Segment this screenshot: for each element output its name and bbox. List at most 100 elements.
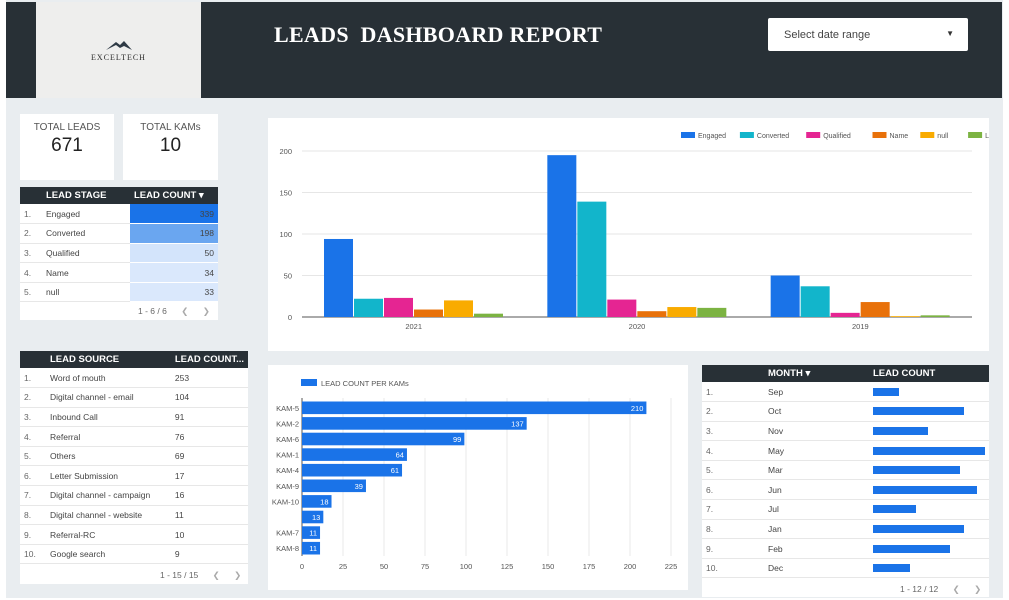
column-header-lead-count[interactable]: LEAD COUNT ▾: [130, 187, 218, 204]
row-index: 10.: [706, 563, 718, 574]
bar[interactable]: [577, 201, 607, 317]
bar[interactable]: [354, 298, 383, 317]
stage-name: null: [46, 287, 60, 298]
table-row[interactable]: 1. Word of mouth 253: [20, 368, 248, 389]
total-leads-label: TOTAL LEADS: [33, 122, 101, 133]
bar[interactable]: [384, 297, 413, 317]
column-header-lead-source[interactable]: LEAD SOURCE: [20, 351, 171, 368]
bar[interactable]: [302, 417, 527, 430]
source-cell: 2. Digital channel - email: [20, 387, 171, 408]
column-header-lead-count[interactable]: LEAD COUNT...: [170, 351, 248, 368]
bar[interactable]: [800, 286, 830, 317]
table-row[interactable]: 5. Mar: [702, 460, 989, 481]
bar[interactable]: [414, 309, 443, 317]
lead-source-pagination: 1 - 15 / 15 ❮ ❯: [160, 570, 241, 581]
row-index: 5.: [706, 465, 714, 476]
legend-item[interactable]: Lost: [968, 132, 998, 140]
lead-count-bar: [873, 446, 985, 455]
bar[interactable]: [324, 238, 353, 317]
source-name: Others: [50, 451, 76, 462]
row-index: 3.: [706, 425, 714, 436]
bar[interactable]: [302, 448, 407, 461]
legend-item[interactable]: Qualified: [806, 132, 851, 140]
x-tick-label: 25: [339, 562, 347, 571]
source-name: Digital channel - campaign: [50, 490, 151, 501]
table-row[interactable]: 7. Digital channel - campaign 16: [20, 485, 248, 506]
bar[interactable]: [302, 463, 403, 477]
bar[interactable]: [667, 307, 697, 317]
table-row[interactable]: 5. Others 69: [20, 446, 248, 467]
row-index: 8.: [706, 523, 714, 534]
table-row[interactable]: 3. Inbound Call 91: [20, 407, 248, 428]
lead-count-bar-cell: [869, 460, 989, 481]
next-page-icon[interactable]: ❯: [203, 306, 210, 316]
row-index: 3.: [24, 247, 32, 258]
table-row[interactable]: 4. May: [702, 440, 989, 461]
table-row[interactable]: 2. Oct: [702, 401, 989, 422]
column-header-lead-count[interactable]: LEAD COUNT: [869, 365, 989, 382]
column-header-month[interactable]: MONTH ▾: [702, 365, 869, 382]
lead-source-table: LEAD SOURCE LEAD COUNT... 1. Word of mout…: [20, 351, 248, 584]
stage-cell: 2. Converted: [20, 223, 130, 244]
bar[interactable]: [697, 307, 727, 317]
table-row[interactable]: 6. Jun: [702, 479, 989, 501]
legend-item[interactable]: Name: [872, 132, 909, 140]
bar[interactable]: [830, 312, 860, 317]
table-row[interactable]: 5. null 33: [20, 282, 218, 303]
month-cell: 3. Nov: [702, 421, 869, 442]
legend-item[interactable]: null: [920, 132, 949, 140]
legend-item[interactable]: Converted: [739, 132, 789, 140]
next-page-icon[interactable]: ❯: [974, 584, 981, 594]
x-tick-label: 175: [583, 562, 596, 571]
table-row[interactable]: 10. Dec: [702, 558, 989, 579]
date-range-select[interactable]: Select date range ▼: [768, 18, 968, 51]
table-row[interactable]: 3. Qualified 50: [20, 243, 218, 264]
y-tick-label: KAM-8: [276, 544, 299, 553]
source-name: Google search: [50, 549, 106, 560]
bar[interactable]: [890, 316, 920, 317]
y-tick-label: KAM-7: [276, 529, 299, 538]
bar[interactable]: [302, 401, 647, 415]
month-cell: 8. Jan: [702, 519, 869, 540]
legend-item[interactable]: Engaged: [681, 132, 726, 140]
month-name: Feb: [768, 543, 783, 554]
prev-page-icon[interactable]: ❮: [181, 306, 188, 316]
bar[interactable]: [860, 302, 890, 317]
table-row[interactable]: 9. Feb: [702, 538, 989, 559]
table-row[interactable]: 3. Nov: [702, 421, 989, 442]
data-label: 11: [309, 544, 317, 553]
month-cell: 7. Jul: [702, 499, 869, 520]
lead-count-bar: [873, 426, 928, 435]
prev-page-icon[interactable]: ❮: [213, 570, 220, 580]
table-row[interactable]: 10. Google search 9: [20, 544, 248, 565]
lead-count-cell: 76: [170, 426, 248, 447]
table-row[interactable]: 7. Jul: [702, 499, 989, 520]
legend-label: Qualified: [823, 133, 851, 140]
table-row[interactable]: 4. Name 34: [20, 262, 218, 283]
table-row[interactable]: 1. Engaged 339: [20, 204, 218, 225]
table-row[interactable]: 2. Converted 198: [20, 223, 218, 244]
table-row[interactable]: 6. Letter Submission 17: [20, 465, 248, 487]
lead-count-per-kam-chart: LEAD COUNT PER KAMs 0 25 50 75 100 125 150 175 20…: [268, 365, 688, 590]
bar[interactable]: [607, 299, 637, 317]
table-row[interactable]: 8. Digital channel - website 11: [20, 505, 248, 526]
prev-page-icon[interactable]: ❮: [953, 584, 960, 594]
bar[interactable]: [302, 432, 465, 446]
next-page-icon[interactable]: ❯: [234, 570, 241, 580]
bar[interactable]: [770, 275, 800, 318]
table-row[interactable]: 9. Referral-RC 10: [20, 524, 248, 545]
bar[interactable]: [474, 313, 503, 317]
table-row[interactable]: 4. Referral 76: [20, 426, 248, 447]
legend-item[interactable]: LEAD COUNT PER KAMs: [301, 379, 409, 388]
lead-count-cell: 50: [130, 243, 218, 264]
table-row[interactable]: 1. Sep: [702, 382, 989, 403]
bar[interactable]: [637, 311, 667, 317]
column-header-lead-stage[interactable]: LEAD STAGE: [20, 187, 130, 204]
pagination-label: 1 - 12 / 12: [900, 584, 939, 594]
bar[interactable]: [547, 155, 577, 317]
y-tick-label: 150: [279, 189, 292, 198]
bar[interactable]: [920, 315, 950, 317]
table-row[interactable]: 2. Digital channel - email 104: [20, 387, 248, 408]
bar[interactable]: [444, 300, 473, 317]
table-row[interactable]: 8. Jan: [702, 519, 989, 540]
